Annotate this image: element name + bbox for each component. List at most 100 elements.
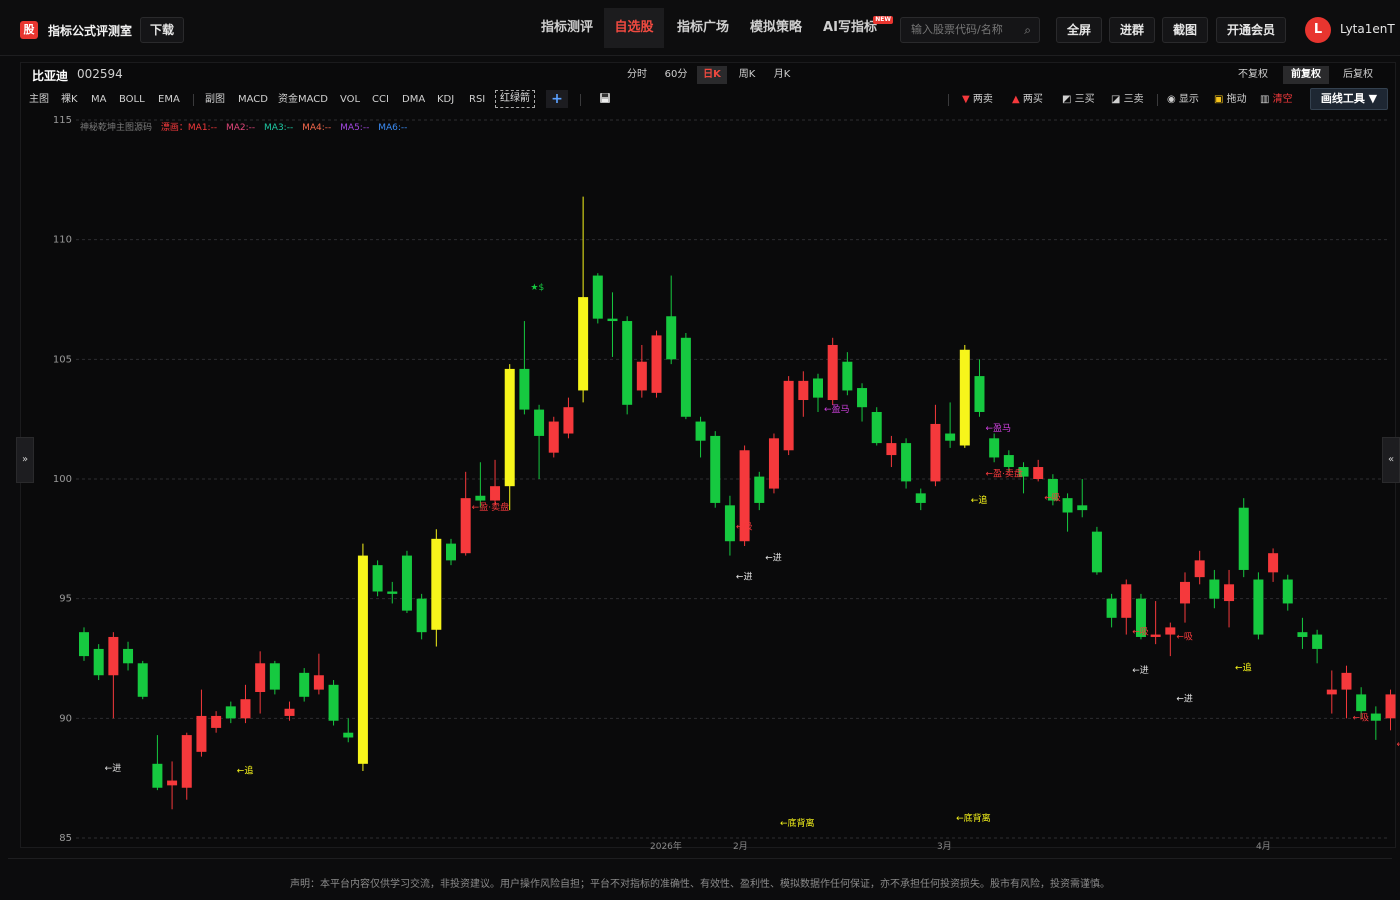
footer-divider <box>8 858 1392 859</box>
nav-ai-indicator[interactable]: AI写指标 NEW <box>815 8 893 48</box>
candle-body <box>1150 634 1161 637</box>
candle-body <box>387 591 398 594</box>
username[interactable]: Lyta1enT <box>1340 22 1395 36</box>
two-buy-tool[interactable]: ▲ 两买 <box>1012 93 1043 107</box>
three-buy-label: 三买 <box>1074 94 1095 105</box>
join-group-button[interactable]: 进群 <box>1109 17 1155 43</box>
eye-icon: ◉ <box>1167 94 1176 105</box>
new-badge: NEW <box>873 16 893 24</box>
nav-watchlist[interactable]: 自选股 <box>604 8 664 48</box>
period-weekly[interactable]: 周K <box>733 66 761 84</box>
candle-body <box>1282 579 1293 604</box>
candle-body <box>842 361 853 391</box>
adjust-backward[interactable]: 后复权 <box>1337 66 1379 84</box>
candle-body <box>915 493 926 503</box>
nav-indicator-review[interactable]: 指标测评 <box>532 8 602 48</box>
candlestick-chart[interactable]: 85 90 95 100 105 110 115 2026年 2月 3月 4月 ←进 ←追 ←盈·卖盘 ←吸… <box>0 110 1400 850</box>
period-intraday[interactable]: 分时 <box>622 66 652 84</box>
screenshot-button[interactable]: 截图 <box>1162 17 1208 43</box>
toolbar-macd[interactable]: MACD <box>238 93 268 107</box>
y-tick-label: 105 <box>53 354 72 365</box>
signal-annotation: ←吸 <box>1176 631 1193 642</box>
candle-body <box>328 684 339 721</box>
toolbar-rsi[interactable]: RSI <box>469 93 485 107</box>
open-membership-button[interactable]: 开通会员 <box>1216 17 1286 43</box>
save-icon[interactable] <box>599 92 611 109</box>
candle-body <box>636 361 647 391</box>
signal-annotation: ←吸 <box>1132 627 1149 638</box>
left-panel-toggle[interactable]: » <box>16 437 34 483</box>
toolbar-main-chart[interactable]: 主图 <box>29 93 49 107</box>
candle-body <box>945 433 956 441</box>
x-tick-label: 2月 <box>733 841 748 850</box>
period-daily[interactable]: 日K <box>697 66 727 84</box>
y-tick-label: 100 <box>53 474 72 485</box>
add-indicator-button[interactable]: + <box>546 90 568 108</box>
clear-label: 清空 <box>1272 94 1293 105</box>
candle-body <box>1253 579 1264 635</box>
nav-simulated-strategy[interactable]: 模拟策略 <box>742 8 810 48</box>
clear-tool[interactable]: ▥ 清空 <box>1260 93 1293 107</box>
three-buy-tool[interactable]: ◩ 三买 <box>1062 93 1095 107</box>
adjust-forward[interactable]: 前复权 <box>1283 66 1329 84</box>
candle-body <box>857 388 868 408</box>
candle-body <box>666 316 677 360</box>
right-panel-toggle[interactable]: « <box>1382 437 1400 483</box>
candle-body <box>783 380 794 451</box>
candle-body <box>1106 598 1117 618</box>
two-sell-label: 两卖 <box>972 94 993 105</box>
x-tick-label: 3月 <box>937 841 952 850</box>
toolbar-divider <box>193 94 194 106</box>
search-icon[interactable]: ⌕ <box>1024 18 1031 42</box>
period-60min[interactable]: 60分 <box>660 66 692 84</box>
candle-body <box>123 648 134 664</box>
candle-body <box>519 368 530 410</box>
signal-annotation: ←盈·卖盘 <box>985 468 1022 480</box>
three-sell-tool[interactable]: ◪ 三卖 <box>1111 93 1144 107</box>
candle-body <box>1385 694 1396 719</box>
candle-body <box>1194 560 1205 578</box>
candle-body <box>401 555 412 611</box>
candle-body <box>724 505 735 542</box>
show-tool[interactable]: ◉ 显示 <box>1167 93 1199 107</box>
candle-body <box>255 663 266 693</box>
toolbar-sub-chart[interactable]: 副图 <box>205 93 225 107</box>
candle-body <box>343 732 354 738</box>
x-tick-label: 2026年 <box>650 840 682 850</box>
y-tick-label: 115 <box>53 115 72 126</box>
signal-annotation: ←吸 <box>1397 739 1400 750</box>
candle-body <box>1062 498 1073 513</box>
signal-annotation: ←进 <box>765 552 782 563</box>
adjust-none[interactable]: 不复权 <box>1232 66 1274 84</box>
candle-body <box>446 543 456 561</box>
fullscreen-button[interactable]: 全屏 <box>1056 17 1102 43</box>
period-monthly[interactable]: 月K <box>768 66 796 84</box>
toolbar-fund-macd[interactable]: 资金MACD <box>278 93 328 107</box>
stock-search-input[interactable]: 输入股票代码/名称 ⌕ <box>900 17 1040 43</box>
toolbar-ema[interactable]: EMA <box>158 93 180 107</box>
toolbar-ma[interactable]: MA <box>91 93 106 107</box>
candle-body <box>651 335 662 393</box>
avatar[interactable]: L <box>1305 17 1331 43</box>
toolbar-dma[interactable]: DMA <box>402 93 425 107</box>
download-button[interactable]: 下载 <box>140 17 184 43</box>
drag-tool[interactable]: ▣ 拖动 <box>1214 93 1247 107</box>
toolbar-boll[interactable]: BOLL <box>119 93 145 107</box>
app-logo-icon: 股 <box>20 21 38 39</box>
signal-annotation: ←盈马 <box>824 404 850 415</box>
draw-tools-button[interactable]: 画线工具 ▼ <box>1310 88 1388 110</box>
candle-body <box>460 498 471 554</box>
two-sell-tool[interactable]: ▼ 两卖 <box>962 93 993 107</box>
toolbar-red-green-arrow[interactable]: 红绿箭 <box>495 90 535 108</box>
toolbar-vol[interactable]: VOL <box>340 93 360 107</box>
candle-body <box>1209 579 1220 599</box>
candle-body <box>108 636 119 676</box>
toolbar-cci[interactable]: CCI <box>372 93 389 107</box>
toolbar-kdj[interactable]: KDJ <box>437 93 454 107</box>
toolbar-bare-k[interactable]: 裸K <box>61 93 78 107</box>
y-tick-label: 90 <box>59 713 72 724</box>
signal-annotation: ←进 <box>1176 694 1193 705</box>
nav-indicator-square[interactable]: 指标广场 <box>668 8 738 48</box>
candle-body <box>1297 632 1308 637</box>
candle-body <box>768 438 779 489</box>
